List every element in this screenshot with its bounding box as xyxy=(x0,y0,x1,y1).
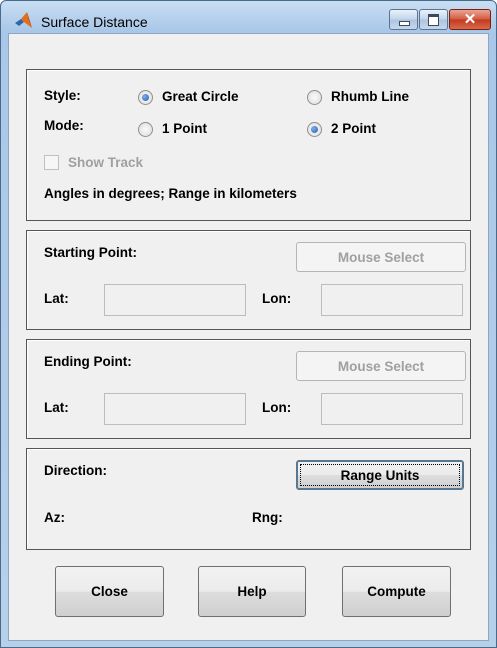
maximize-button[interactable] xyxy=(419,9,448,30)
show-track-checkbox[interactable] xyxy=(44,155,59,170)
show-track-label[interactable]: Show Track xyxy=(68,155,143,170)
close-button[interactable]: Close xyxy=(55,566,164,617)
start-lat-input[interactable] xyxy=(104,284,246,316)
end-lon-label: Lon: xyxy=(262,400,292,415)
units-note: Angles in degrees; Range in kilometers xyxy=(44,186,297,201)
close-icon: ✕ xyxy=(463,11,477,28)
two-point-radio[interactable] xyxy=(307,122,322,137)
starting-point-panel: Starting Point: Mouse Select Lat: Lon: xyxy=(26,230,471,330)
rhumb-line-label[interactable]: Rhumb Line xyxy=(331,89,409,104)
end-lat-input[interactable] xyxy=(104,393,246,425)
range-units-button[interactable]: Range Units xyxy=(296,460,464,490)
rng-label: Rng: xyxy=(252,510,283,525)
start-lon-label: Lon: xyxy=(262,291,292,306)
end-mouse-select-button[interactable]: Mouse Select xyxy=(296,351,466,381)
mode-label: Mode: xyxy=(44,118,84,133)
rhumb-line-radio[interactable] xyxy=(307,90,322,105)
ending-point-panel: Ending Point: Mouse Select Lat: Lon: xyxy=(26,339,471,439)
close-window-button[interactable]: ✕ xyxy=(449,9,491,30)
maximize-icon xyxy=(428,14,439,26)
start-lat-label: Lat: xyxy=(44,291,69,306)
starting-point-label: Starting Point: xyxy=(44,245,137,260)
end-lat-label: Lat: xyxy=(44,400,69,415)
minimize-icon xyxy=(399,21,410,26)
two-point-label[interactable]: 2 Point xyxy=(331,121,376,136)
compute-button[interactable]: Compute xyxy=(342,566,451,617)
one-point-label[interactable]: 1 Point xyxy=(162,121,207,136)
one-point-radio[interactable] xyxy=(138,122,153,137)
window-title: Surface Distance xyxy=(41,14,148,30)
great-circle-label[interactable]: Great Circle xyxy=(162,89,239,104)
title-bar[interactable]: Surface Distance ✕ xyxy=(1,1,496,34)
minimize-button[interactable] xyxy=(389,9,418,30)
great-circle-radio[interactable] xyxy=(138,90,153,105)
direction-panel: Direction: Range Units Az: Rng: xyxy=(26,448,471,550)
options-panel: Style: Great Circle Rhumb Line Mode: 1 P… xyxy=(26,69,471,221)
start-mouse-select-button[interactable]: Mouse Select xyxy=(296,242,466,272)
direction-label: Direction: xyxy=(44,463,108,478)
help-button[interactable]: Help xyxy=(198,566,306,617)
az-label: Az: xyxy=(44,510,65,525)
matlab-icon xyxy=(15,12,32,28)
style-label: Style: xyxy=(44,88,81,103)
range-units-label: Range Units xyxy=(340,467,420,483)
ending-point-label: Ending Point: xyxy=(44,354,132,369)
end-lon-input[interactable] xyxy=(321,393,463,425)
start-lon-input[interactable] xyxy=(321,284,463,316)
